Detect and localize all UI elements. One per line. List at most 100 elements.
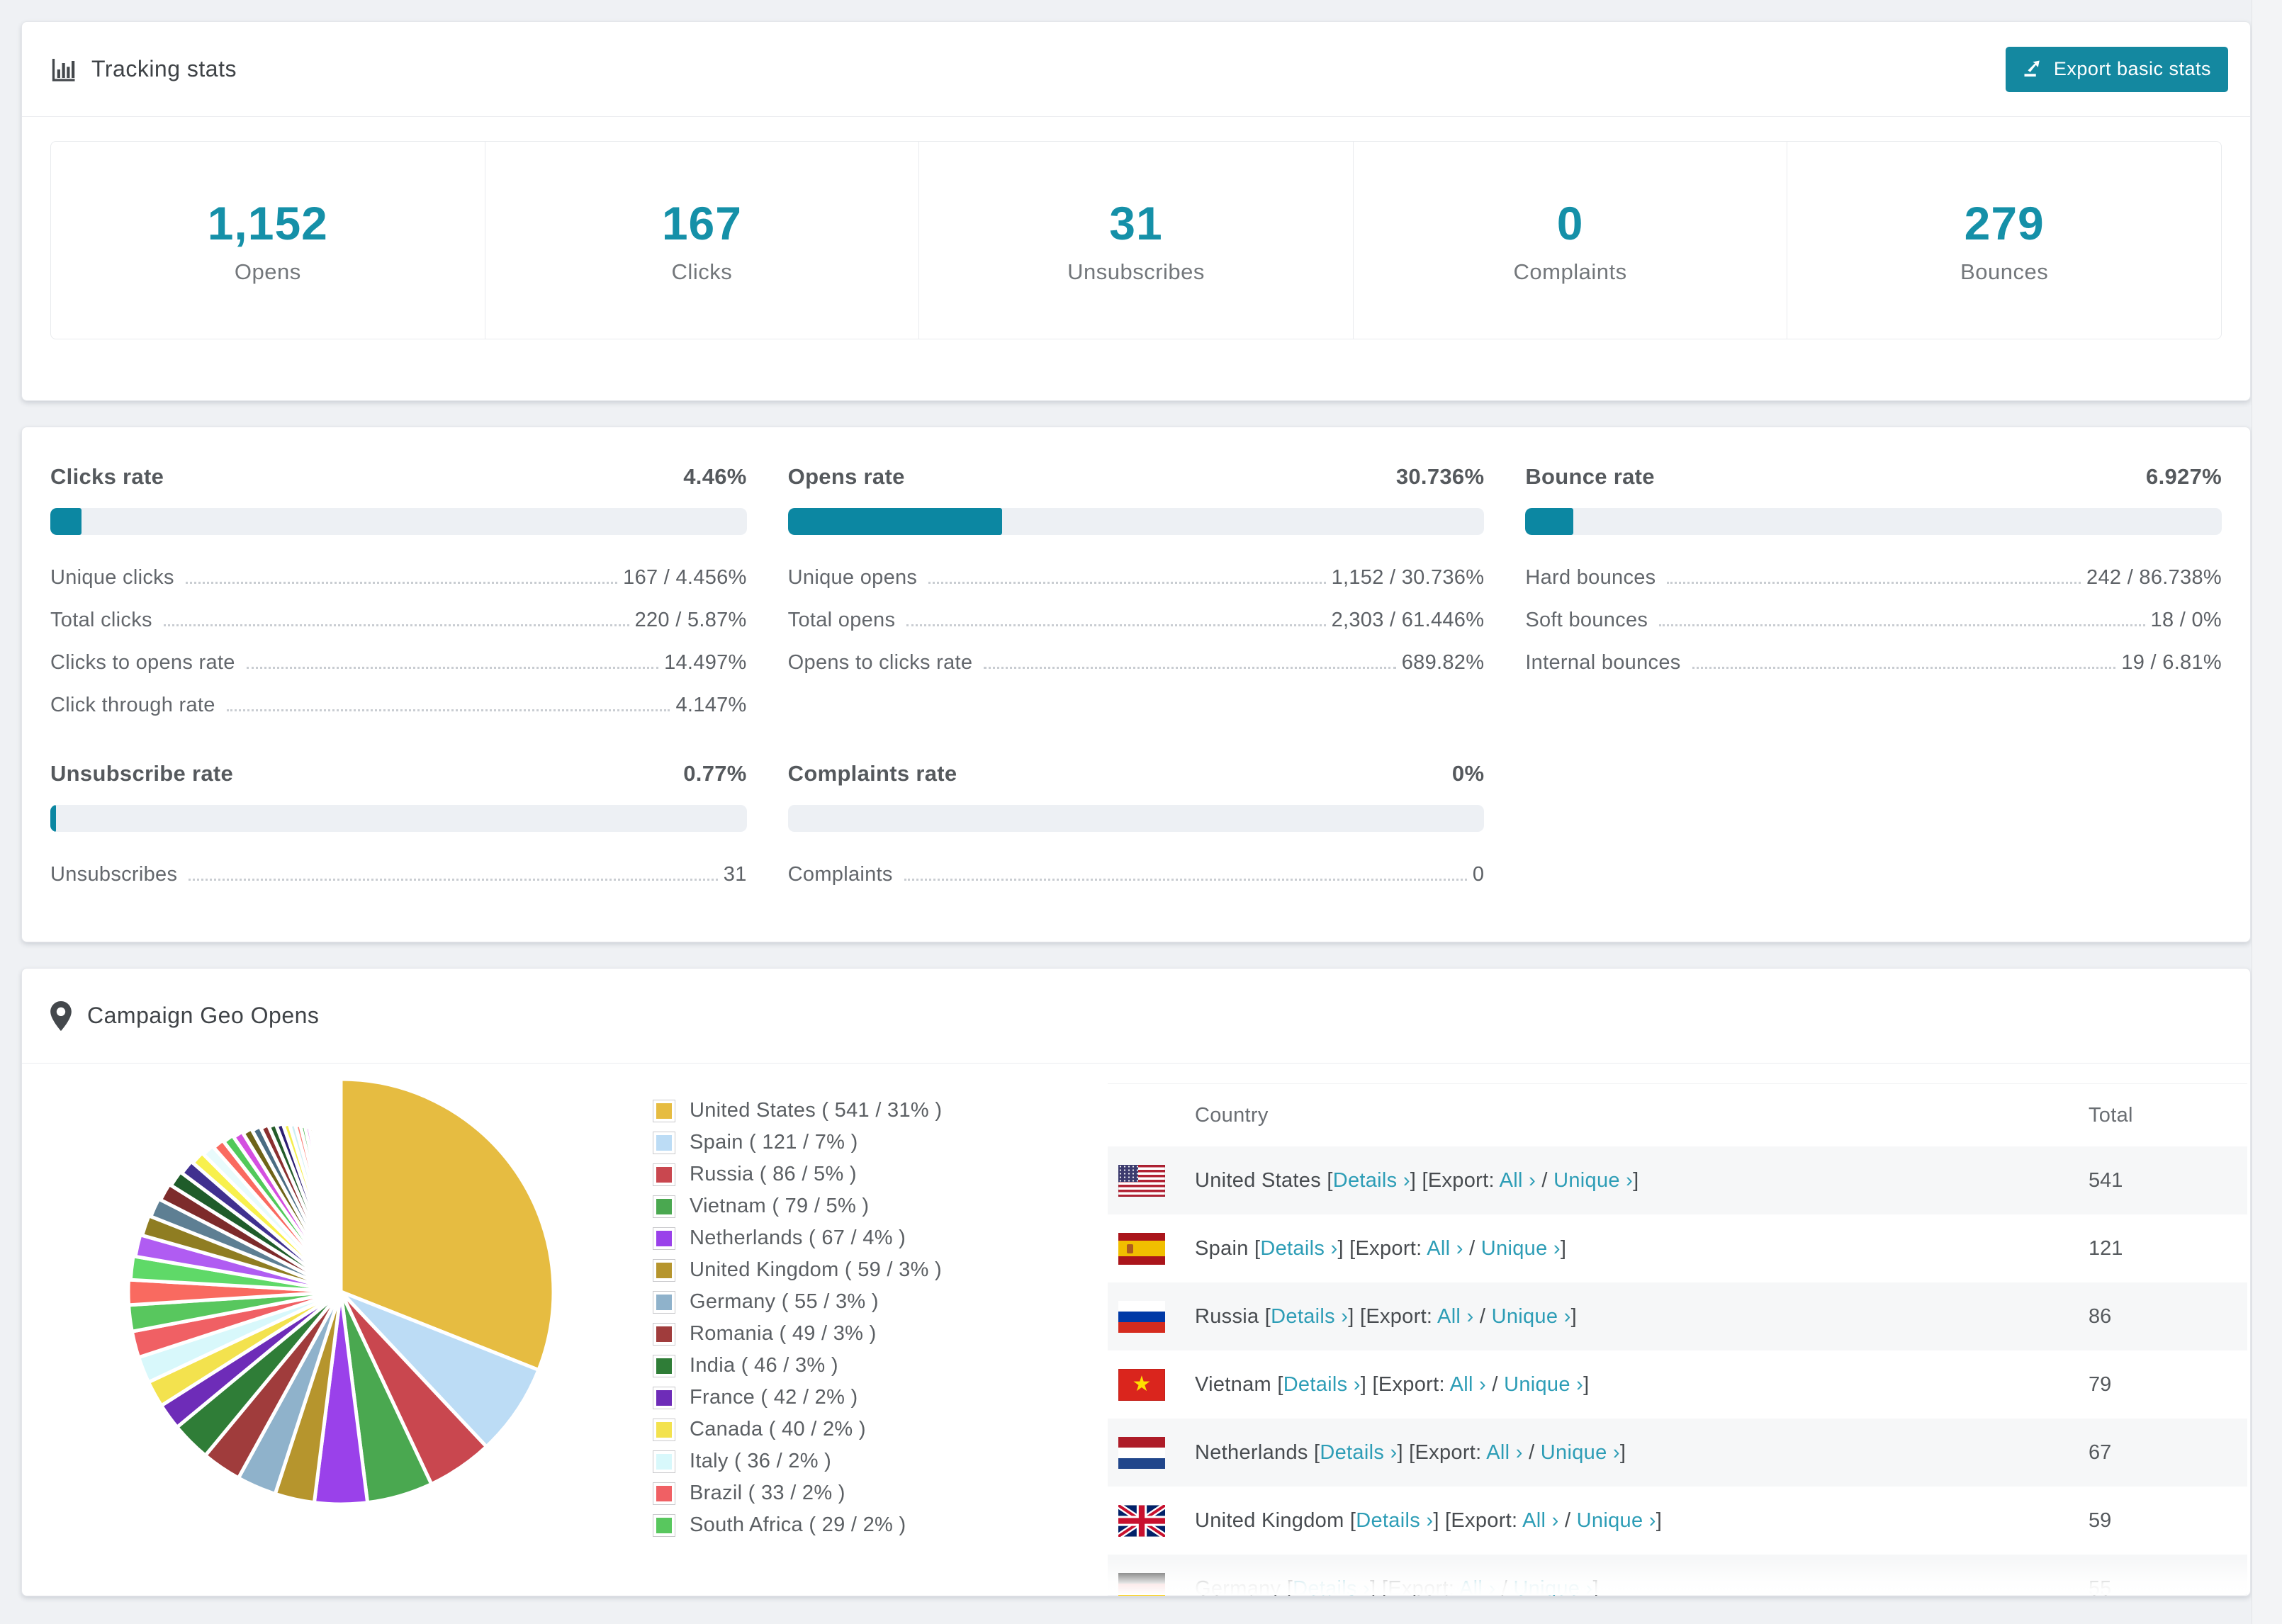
vertical-scrollbar-track[interactable] bbox=[2252, 0, 2282, 1624]
country-total: 55 bbox=[2089, 1577, 2112, 1596]
country-flag-icon: ★ bbox=[1118, 1368, 1165, 1401]
details-link[interactable]: Details › bbox=[1260, 1237, 1337, 1260]
legend-item[interactable]: Netherlands ( 67 / 4% ) bbox=[653, 1227, 1108, 1250]
map-pin-icon bbox=[50, 1000, 72, 1031]
dotted-leader bbox=[226, 709, 670, 711]
stat-row: Soft bounces 18 / 0% bbox=[1525, 609, 2222, 632]
geo-content: United States ( 541 / 31% ) Spain ( 121 … bbox=[22, 1064, 2250, 1596]
legend-item[interactable]: Canada ( 40 / 2% ) bbox=[653, 1418, 1108, 1441]
legend-item[interactable]: Russia ( 86 / 5% ) bbox=[653, 1163, 1108, 1186]
export-all-link[interactable]: All › bbox=[1427, 1237, 1463, 1260]
stat-row: Click through rate 4.147% bbox=[50, 694, 747, 717]
dotted-leader bbox=[928, 582, 1326, 584]
legend-label: Spain ( 121 / 7% ) bbox=[690, 1131, 858, 1154]
country-total: 86 bbox=[2089, 1304, 2112, 1328]
details-link[interactable]: Details › bbox=[1271, 1305, 1348, 1328]
export-unique-link[interactable]: Unique › bbox=[1481, 1237, 1561, 1260]
stat-value: 31 bbox=[1109, 197, 1163, 249]
stat-row-value: 31 bbox=[723, 863, 747, 886]
country-total: 541 bbox=[2089, 1168, 2123, 1192]
export-unique-link[interactable]: Unique › bbox=[1513, 1577, 1592, 1596]
dotted-leader bbox=[984, 667, 1396, 669]
stat-row-label: Unique clicks bbox=[50, 566, 174, 589]
progress-fill bbox=[787, 508, 1002, 535]
legend-item[interactable]: Brazil ( 33 / 2% ) bbox=[653, 1482, 1108, 1505]
geo-opens-header: Campaign Geo Opens bbox=[22, 969, 2250, 1064]
legend-item[interactable]: France ( 42 / 2% ) bbox=[653, 1386, 1108, 1409]
stat-label: Complaints bbox=[1513, 259, 1627, 284]
stat-row-label: Opens to clicks rate bbox=[787, 651, 973, 674]
stat-value: 1,152 bbox=[207, 197, 328, 249]
table-row: Russia [Details ›] [Export: All › / Uniq… bbox=[1108, 1282, 2247, 1350]
details-link[interactable]: Details › bbox=[1320, 1441, 1397, 1464]
stat-row-value: 689.82% bbox=[1401, 651, 1485, 674]
dotted-leader bbox=[189, 879, 718, 881]
stat-box: 31 Unsubscribes bbox=[919, 142, 1354, 339]
legend-item[interactable]: United Kingdom ( 59 / 3% ) bbox=[653, 1258, 1108, 1282]
rate-section: Opens rate 30.736% Unique opens 1,152 / … bbox=[787, 464, 1485, 717]
stats-row: 1,152 Opens 167 Clicks 31 Unsubscribes 0… bbox=[50, 141, 2222, 339]
export-all-link[interactable]: All › bbox=[1450, 1373, 1486, 1396]
stat-row: Total opens 2,303 / 61.446% bbox=[788, 609, 1485, 632]
export-prefix: Export: bbox=[1366, 1304, 1438, 1328]
details-link[interactable]: Details › bbox=[1356, 1509, 1433, 1532]
stat-row: Opens to clicks rate 689.82% bbox=[788, 651, 1485, 675]
rates-grid: Clicks rate 4.46% Unique clicks 167 / 4.… bbox=[50, 464, 2222, 886]
export-all-link[interactable]: All › bbox=[1522, 1509, 1558, 1532]
details-link[interactable]: Details › bbox=[1293, 1577, 1370, 1596]
legend-label: Canada ( 40 / 2% ) bbox=[690, 1418, 866, 1440]
rate-value: 0.77% bbox=[683, 761, 747, 786]
progress-fill bbox=[1525, 508, 1574, 535]
legend-label: Russia ( 86 / 5% ) bbox=[690, 1163, 857, 1185]
export-all-link[interactable]: All › bbox=[1459, 1577, 1495, 1596]
progress-fill bbox=[50, 805, 56, 832]
stat-row-label: Internal bounces bbox=[1525, 651, 1681, 674]
legend-label: Romania ( 49 / 3% ) bbox=[690, 1322, 877, 1345]
export-basic-stats-button[interactable]: Export basic stats bbox=[2005, 46, 2228, 92]
progress-bar bbox=[787, 508, 1485, 535]
legend-swatch bbox=[653, 1450, 675, 1473]
legend-swatch bbox=[653, 1418, 675, 1441]
legend-item[interactable]: Spain ( 121 / 7% ) bbox=[653, 1131, 1108, 1154]
country-name: Russia bbox=[1195, 1304, 1259, 1328]
export-all-link[interactable]: All › bbox=[1500, 1169, 1536, 1192]
export-unique-link[interactable]: Unique › bbox=[1504, 1373, 1583, 1396]
export-prefix: Export: bbox=[1427, 1168, 1500, 1192]
stat-row-label: Soft bounces bbox=[1525, 609, 1648, 631]
export-unique-link[interactable]: Unique › bbox=[1492, 1305, 1571, 1328]
country-total: 59 bbox=[2089, 1509, 2112, 1532]
country-name: United Kingdom bbox=[1195, 1509, 1344, 1532]
stat-row: Unsubscribes 31 bbox=[50, 863, 747, 886]
rate-section: Clicks rate 4.46% Unique clicks 167 / 4.… bbox=[50, 464, 747, 717]
legend-item[interactable]: Romania ( 49 / 3% ) bbox=[653, 1322, 1108, 1346]
rate-value: 4.46% bbox=[683, 464, 747, 489]
details-link[interactable]: Details › bbox=[1283, 1373, 1361, 1396]
legend-item[interactable]: Germany ( 55 / 3% ) bbox=[653, 1290, 1108, 1314]
rate-value: 6.927% bbox=[2146, 464, 2222, 489]
stat-label: Bounces bbox=[1960, 259, 2049, 284]
stat-row-value: 1,152 / 30.736% bbox=[1331, 566, 1485, 589]
legend-swatch bbox=[653, 1163, 675, 1186]
stat-row-label: Unique opens bbox=[787, 566, 918, 589]
rates-card: Clicks rate 4.46% Unique clicks 167 / 4.… bbox=[21, 427, 2251, 942]
progress-bar bbox=[50, 805, 747, 832]
legend-item[interactable]: Vietnam ( 79 / 5% ) bbox=[653, 1195, 1108, 1218]
export-unique-link[interactable]: Unique › bbox=[1541, 1441, 1620, 1464]
export-all-link[interactable]: All › bbox=[1437, 1305, 1473, 1328]
export-unique-link[interactable]: Unique › bbox=[1577, 1509, 1656, 1532]
stat-box: 167 Clicks bbox=[485, 142, 920, 339]
stat-row-value: 242 / 86.738% bbox=[2086, 566, 2222, 589]
legend-item[interactable]: India ( 46 / 3% ) bbox=[653, 1354, 1108, 1377]
rate-value: 0% bbox=[1451, 761, 1485, 786]
export-all-link[interactable]: All › bbox=[1486, 1441, 1522, 1464]
rate-title: Bounce rate bbox=[1525, 464, 1655, 489]
details-link[interactable]: Details › bbox=[1333, 1169, 1410, 1192]
export-unique-link[interactable]: Unique › bbox=[1553, 1169, 1633, 1192]
legend-swatch bbox=[653, 1322, 675, 1346]
legend-item[interactable]: South Africa ( 29 / 2% ) bbox=[653, 1513, 1108, 1537]
rate-value: 30.736% bbox=[1395, 464, 1485, 489]
country-total: 121 bbox=[2089, 1236, 2123, 1260]
legend-label: India ( 46 / 3% ) bbox=[690, 1354, 838, 1377]
legend-item[interactable]: United States ( 541 / 31% ) bbox=[653, 1099, 1108, 1122]
legend-item[interactable]: Italy ( 36 / 2% ) bbox=[653, 1450, 1108, 1473]
